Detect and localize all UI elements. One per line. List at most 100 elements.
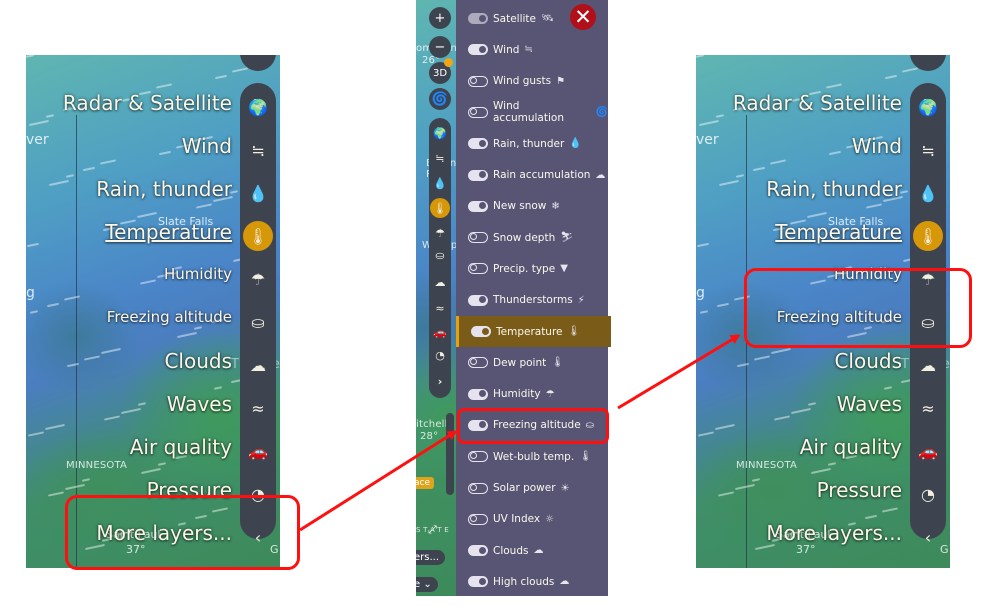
- layer-toggle[interactable]: [468, 451, 488, 463]
- layer-toggle[interactable]: [468, 576, 488, 588]
- menu-item-more-layers[interactable]: More layers...: [766, 521, 902, 545]
- menu-item-freezing-altitude[interactable]: Freezing altitude: [107, 308, 232, 326]
- menu-item-air-quality[interactable]: Air quality: [130, 435, 232, 459]
- vertical-scroll-track[interactable]: [446, 413, 454, 495]
- freezing-altitude-icon[interactable]: ⛀: [429, 246, 451, 264]
- layer-toggle[interactable]: [468, 294, 488, 306]
- car-icon[interactable]: 🚗: [240, 439, 276, 463]
- humidity-icon[interactable]: ☂: [240, 267, 276, 291]
- cloud-icon[interactable]: ☁: [240, 353, 276, 377]
- menu-item-waves[interactable]: Waves: [837, 392, 902, 416]
- layer-toggle[interactable]: [471, 326, 491, 337]
- menu-item-radar-satellite[interactable]: Radar & Satellite: [733, 91, 902, 115]
- globe-icon[interactable]: 🌍: [240, 95, 276, 119]
- place-tag[interactable]: ace: [416, 477, 435, 489]
- cloud-icon[interactable]: ☁: [910, 353, 946, 377]
- toggle-knob: [470, 107, 477, 115]
- layer-row-temperature[interactable]: Temperature 🌡: [456, 316, 611, 347]
- menu-item-wind[interactable]: Wind: [852, 134, 902, 158]
- layer-toggle[interactable]: [468, 482, 488, 494]
- layer-row-new-snow[interactable]: New snow ❄: [456, 191, 608, 222]
- menu-item-waves[interactable]: Waves: [167, 392, 232, 416]
- layer-row-thunderstorms[interactable]: Thunderstorms ⚡: [456, 285, 608, 316]
- wind-icon[interactable]: ≒: [240, 138, 276, 162]
- toggle-knob: [470, 264, 477, 272]
- globe-icon[interactable]: 🌍: [429, 124, 451, 142]
- layer-row-rain-thunder[interactable]: Rain, thunder 💧: [456, 128, 608, 159]
- layer-toggle[interactable]: [468, 138, 488, 150]
- raindrop-icon[interactable]: 💧: [240, 181, 276, 205]
- raindrop-icon[interactable]: 💧: [910, 181, 946, 205]
- raindrop-icon[interactable]: 💧: [429, 174, 451, 192]
- wind-icon[interactable]: ≒: [429, 149, 451, 167]
- layer-row-high-clouds[interactable]: High clouds ☁: [456, 566, 608, 597]
- waves-icon[interactable]: ≈: [429, 299, 451, 317]
- layer-row-solar-power[interactable]: Solar power ☀: [456, 473, 608, 504]
- waves-icon[interactable]: ≈: [240, 396, 276, 420]
- cloud-icon[interactable]: ☁: [429, 273, 451, 291]
- layer-row-dew-point[interactable]: Dew point 🌡: [456, 347, 608, 378]
- more-layers-pill[interactable]: ers...: [416, 550, 446, 565]
- menu-item-clouds[interactable]: Clouds: [164, 349, 232, 373]
- car-icon[interactable]: 🚗: [910, 439, 946, 463]
- globe-icon[interactable]: 🌍: [910, 95, 946, 119]
- menu-item-wind[interactable]: Wind: [182, 134, 232, 158]
- menu-item-humidity[interactable]: Humidity: [164, 265, 232, 283]
- zoom-out-button[interactable]: −: [429, 36, 451, 58]
- menu-item-temperature[interactable]: Temperature: [105, 220, 232, 244]
- layer-label: Satellite: [493, 12, 537, 25]
- menu-item-rain-thunder[interactable]: Rain, thunder: [96, 177, 232, 201]
- waves-icon[interactable]: ≈: [910, 396, 946, 420]
- rain-cloud-icon: ☁: [595, 169, 606, 181]
- menu-item-temperature[interactable]: Temperature: [775, 220, 902, 244]
- hurricane-button[interactable]: 🌀: [429, 88, 451, 110]
- humidity-icon: ☂: [545, 388, 555, 400]
- layer-row-wind-gusts[interactable]: Wind gusts ⚑: [456, 66, 608, 97]
- close-button[interactable]: ✕: [570, 4, 596, 30]
- layer-label: Dew point: [493, 356, 547, 369]
- zoom-in-button[interactable]: +: [429, 7, 451, 29]
- layer-toggle[interactable]: [468, 232, 488, 244]
- layer-toggle[interactable]: [468, 200, 488, 212]
- layer-row-wind-accumulation[interactable]: Wind accumulation 🌀: [456, 97, 608, 128]
- freezing-altitude-icon[interactable]: ⛀: [240, 310, 276, 334]
- left-map-view[interactable]: ver g Slate Falls Thunder MINNESOTA Sain…: [26, 55, 280, 568]
- layer-label: Wind gusts: [493, 75, 552, 88]
- layer-label: Wet-bulb temp.: [493, 450, 575, 463]
- layer-toggle[interactable]: [468, 388, 488, 400]
- gauge-icon[interactable]: ◔: [910, 482, 946, 506]
- fullscreen-icon[interactable]: ⤢: [428, 523, 437, 537]
- layer-row-wet-bulb-temp[interactable]: Wet-bulb temp. 🌡: [456, 441, 608, 472]
- dropdown-pill[interactable]: e ⌄: [416, 577, 438, 592]
- humidity-icon[interactable]: ☂: [429, 224, 451, 242]
- layer-toggle[interactable]: [468, 106, 488, 118]
- wind-icon[interactable]: ≒: [910, 138, 946, 162]
- car-icon[interactable]: 🚗: [429, 323, 451, 341]
- gauge-icon[interactable]: ◔: [429, 346, 451, 364]
- layer-toggle[interactable]: [468, 263, 488, 275]
- layer-row-humidity[interactable]: Humidity ☂: [456, 379, 608, 410]
- layer-toggle[interactable]: [468, 545, 488, 557]
- layer-row-uv-index[interactable]: UV Index ☼: [456, 504, 608, 535]
- layer-toggle[interactable]: [468, 169, 488, 181]
- layer-row-clouds[interactable]: Clouds ☁: [456, 535, 608, 566]
- layer-toggle[interactable]: [468, 44, 488, 56]
- menu-item-pressure[interactable]: Pressure: [817, 478, 902, 502]
- thermometer-icon[interactable]: 🌡: [430, 198, 450, 218]
- layer-toggle[interactable]: [468, 357, 488, 369]
- menu-item-clouds[interactable]: Clouds: [834, 349, 902, 373]
- menu-item-air-quality[interactable]: Air quality: [800, 435, 902, 459]
- layer-row-snow-depth[interactable]: Snow depth ⛷: [456, 222, 608, 253]
- thermometer-icon[interactable]: 🌡: [243, 221, 273, 251]
- layer-row-wind[interactable]: Wind ≒: [456, 34, 608, 65]
- layer-toggle[interactable]: [468, 13, 488, 24]
- menu-item-rain-thunder[interactable]: Rain, thunder: [766, 177, 902, 201]
- layer-row-rain-accumulation[interactable]: Rain accumulation ☁: [456, 160, 608, 191]
- thermometer-icon[interactable]: 🌡: [913, 221, 943, 251]
- chevron-right-icon[interactable]: ›: [429, 372, 451, 390]
- layer-row-precip-type[interactable]: Precip. type ▼: [456, 253, 608, 284]
- layer-toggle[interactable]: [468, 513, 488, 525]
- menu-item-radar-satellite[interactable]: Radar & Satellite: [63, 91, 232, 115]
- chevron-left-icon[interactable]: ‹: [910, 525, 946, 549]
- layer-toggle[interactable]: [468, 75, 488, 87]
